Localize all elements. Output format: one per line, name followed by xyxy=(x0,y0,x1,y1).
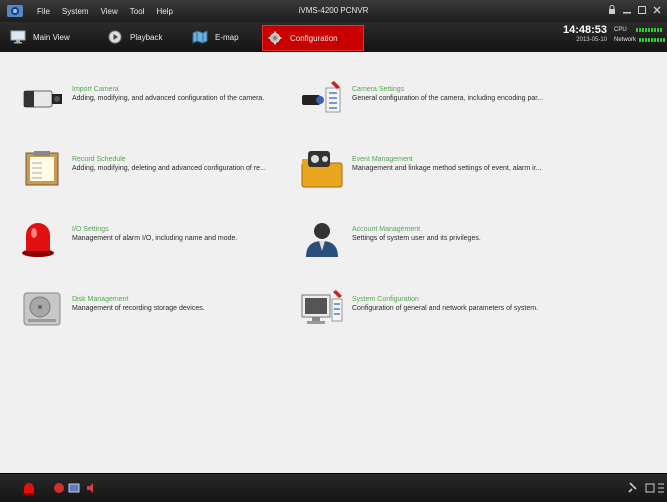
menu-system[interactable]: System xyxy=(62,7,89,16)
record-schedule-item[interactable]: Record Schedule Adding, modifying, delet… xyxy=(20,149,320,189)
cpu-meter: CPU xyxy=(614,25,665,35)
item-text: Event Management Management and linkage … xyxy=(352,155,602,173)
network-label: Network xyxy=(614,37,637,43)
item-desc: Settings of system user and its privileg… xyxy=(352,235,481,242)
item-desc: Adding, modifying, deleting and advanced… xyxy=(72,165,266,172)
item-title[interactable]: Import Camera xyxy=(72,85,322,94)
item-desc: Management of recording storage devices. xyxy=(72,305,205,312)
pin-icon[interactable] xyxy=(626,481,640,495)
expand-icon[interactable] xyxy=(656,481,666,495)
calendar-icon xyxy=(25,151,59,186)
disk-management-item[interactable]: Disk Management Management of recording … xyxy=(20,289,320,329)
nav-bar: Main View Playback E-map Configuration 1… xyxy=(0,22,667,53)
item-title[interactable]: Event Management xyxy=(352,155,602,164)
item-text: Camera Settings General configuration of… xyxy=(352,85,602,103)
network-meter: Network xyxy=(614,35,666,45)
title-bar: File System View Tool Help iVMS-4200 PCN… xyxy=(0,0,667,22)
window-icon[interactable] xyxy=(643,481,657,495)
item-desc: Adding, modifying, and advanced configur… xyxy=(72,95,265,102)
hard-disk-icon xyxy=(23,292,61,326)
alarm-event-icon[interactable] xyxy=(52,481,66,495)
window-controls xyxy=(603,4,663,16)
network-bar xyxy=(639,38,666,42)
system-monitor-icon xyxy=(301,290,343,324)
alarm-light-icon xyxy=(22,223,54,257)
account-management-item[interactable]: Account Management Settings of system us… xyxy=(300,219,600,259)
item-title[interactable]: System Configuration xyxy=(352,295,602,304)
image-icon[interactable] xyxy=(67,481,81,495)
tab-playback[interactable]: Playback xyxy=(107,25,177,49)
item-text: Record Schedule Adding, modifying, delet… xyxy=(72,155,322,173)
configuration-panel: Import Camera Adding, modifying, and adv… xyxy=(0,52,667,473)
item-text: System Configuration Configuration of ge… xyxy=(352,295,602,313)
camera-settings-item[interactable]: Camera Settings General configuration of… xyxy=(300,79,600,119)
event-management-item[interactable]: Event Management Management and linkage … xyxy=(300,149,600,189)
tab-configuration[interactable]: Configuration xyxy=(262,25,364,51)
minimize-icon[interactable] xyxy=(621,4,633,16)
item-text: Import Camera Adding, modifying, and adv… xyxy=(72,85,322,103)
item-title[interactable]: I/O Settings xyxy=(72,225,322,234)
event-folder-icon xyxy=(301,151,343,188)
item-text: I/O Settings Management of alarm I/O, in… xyxy=(72,225,322,243)
configuration-icon xyxy=(268,31,282,45)
user-icon xyxy=(306,223,338,257)
tab-e-map[interactable]: E-map xyxy=(192,25,250,49)
app-logo-icon[interactable] xyxy=(6,3,24,19)
tab-label: Playback xyxy=(130,32,163,42)
maximize-icon[interactable] xyxy=(636,4,648,16)
tab-main-view[interactable]: Main View xyxy=(10,25,92,49)
item-title[interactable]: Account Management xyxy=(352,225,602,234)
system-configuration-item[interactable]: System Configuration Configuration of ge… xyxy=(300,289,600,329)
item-title[interactable]: Record Schedule xyxy=(72,155,322,164)
item-title[interactable]: Disk Management xyxy=(72,295,322,304)
menu-tool[interactable]: Tool xyxy=(130,7,145,16)
monitor-icon xyxy=(10,30,26,44)
item-desc: Management of alarm I/O, including name … xyxy=(72,235,238,242)
menu-help[interactable]: Help xyxy=(156,7,172,16)
menu-view[interactable]: View xyxy=(101,7,118,16)
import-camera-item[interactable]: Import Camera Adding, modifying, and adv… xyxy=(20,79,320,119)
menu-bar: File System View Tool Help xyxy=(37,0,185,22)
close-icon[interactable] xyxy=(651,4,663,16)
item-desc: General configuration of the camera, inc… xyxy=(352,95,544,102)
menu-file[interactable]: File xyxy=(37,7,50,16)
map-icon xyxy=(192,30,208,44)
io-settings-item[interactable]: I/O Settings Management of alarm I/O, in… xyxy=(20,219,320,259)
tab-label: Main View xyxy=(33,32,70,42)
clock-date: 2013-05-10 xyxy=(576,37,607,43)
cpu-label: CPU xyxy=(614,27,627,33)
status-bar xyxy=(0,473,667,502)
resource-meters: CPU Network xyxy=(614,25,666,45)
item-text: Disk Management Management of recording … xyxy=(72,295,322,313)
camera-settings-icon xyxy=(302,81,341,113)
speaker-icon[interactable] xyxy=(84,481,98,495)
alarm-icon[interactable] xyxy=(22,481,36,495)
clock: 14:48:53 2013-05-10 xyxy=(563,24,607,44)
item-text: Account Management Settings of system us… xyxy=(352,225,602,243)
item-desc: Configuration of general and network par… xyxy=(352,305,538,312)
lock-icon[interactable] xyxy=(606,4,618,16)
cpu-bar xyxy=(635,28,662,32)
camera-icon xyxy=(23,90,62,108)
clock-time: 14:48:53 xyxy=(563,24,608,36)
tab-label: E-map xyxy=(215,32,239,42)
item-title[interactable]: Camera Settings xyxy=(352,85,602,94)
item-desc: Management and linkage method settings o… xyxy=(352,165,542,172)
playback-icon xyxy=(108,30,122,44)
tab-label: Configuration xyxy=(290,33,338,43)
